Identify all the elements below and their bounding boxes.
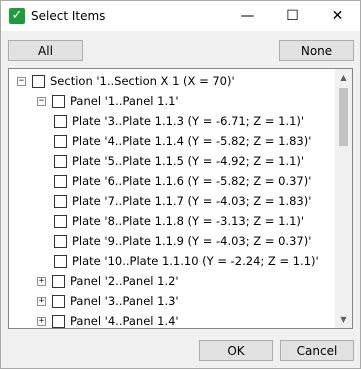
tree-row[interactable]: Plate '7..Plate 1.1.7 (Y = -4.03; Z = 1.… [54, 191, 311, 211]
maximize-button[interactable]: ☐ [270, 1, 315, 31]
select-items-dialog: ✓ Select Items — ☐ ✕ All None − Section '… [0, 0, 361, 369]
tree-row[interactable]: + Panel '3..Panel 1.3' [37, 291, 179, 311]
expand-icon[interactable]: + [37, 316, 46, 326]
tree-item-checkbox[interactable] [32, 74, 45, 88]
tree-row[interactable]: Plate '4..Plate 1.1.4 (Y = -5.82; Z = 1.… [54, 131, 311, 151]
items-tree[interactable]: − Section '1..Section X 1 (X = 70)' − Panel… [8, 68, 353, 329]
vertical-scrollbar[interactable]: ▲ ▼ [335, 69, 352, 328]
tree-item-label: Plate '10..Plate 1.1.10 (Y = -2.24; Z = … [72, 254, 319, 268]
tree-row[interactable]: Plate '9..Plate 1.1.9 (Y = -4.03; Z = 0.… [54, 231, 311, 251]
tree-item-checkbox[interactable] [54, 234, 67, 248]
tree-row[interactable]: + Panel '2..Panel 1.2' [37, 271, 179, 291]
tree-item-label: Plate '3..Plate 1.1.3 (Y = -6.71; Z = 1.… [72, 114, 305, 128]
tree-item-checkbox[interactable] [54, 254, 67, 268]
tree-row[interactable]: + Panel '4..Panel 1.4' [37, 311, 179, 328]
minimize-button[interactable]: — [225, 1, 270, 31]
tree-row[interactable]: Plate '3..Plate 1.1.3 (Y = -6.71; Z = 1.… [54, 111, 304, 131]
tree-item-checkbox[interactable] [54, 174, 67, 188]
tree-item-label: Plate '5..Plate 1.1.5 (Y = -4.92; Z = 1.… [72, 154, 305, 168]
tree-item-checkbox[interactable] [54, 114, 67, 128]
ok-button[interactable]: OK [199, 340, 273, 361]
select-all-button[interactable]: All [8, 40, 83, 61]
close-button[interactable]: ✕ [315, 1, 360, 31]
tree-item-label: Plate '9..Plate 1.1.9 (Y = -4.03; Z = 0.… [72, 234, 312, 248]
cancel-button[interactable]: Cancel [280, 340, 354, 361]
collapse-icon[interactable]: − [37, 96, 46, 106]
tree-item-checkbox[interactable] [52, 274, 65, 288]
window-title: Select Items [31, 9, 106, 23]
tree-row[interactable]: Plate '10..Plate 1.1.10 (Y = -2.24; Z = … [54, 251, 319, 271]
scroll-thumb[interactable] [339, 88, 348, 146]
tree-row[interactable]: Plate '8..Plate 1.1.8 (Y = -3.13; Z = 1.… [54, 211, 304, 231]
expand-icon[interactable]: + [37, 296, 46, 306]
select-none-button[interactable]: None [279, 40, 354, 61]
tree-item-label: Panel '3..Panel 1.3' [70, 294, 179, 308]
tree-item-checkbox[interactable] [52, 94, 65, 108]
title-bar: ✓ Select Items — ☐ ✕ [1, 1, 360, 31]
scroll-up-icon[interactable]: ▲ [335, 69, 352, 86]
tree-item-label: Panel '4..Panel 1.4' [70, 314, 179, 328]
collapse-icon[interactable]: − [17, 76, 26, 86]
tree-item-checkbox[interactable] [52, 294, 65, 308]
tree-item-label: Panel '2..Panel 1.2' [70, 274, 179, 288]
tree-item-checkbox[interactable] [54, 154, 67, 168]
tree-item-checkbox[interactable] [54, 214, 67, 228]
tree-item-checkbox[interactable] [54, 194, 67, 208]
checkmark-icon: ✓ [9, 8, 25, 24]
tree-row[interactable]: − Section '1..Section X 1 (X = 70)' [17, 71, 235, 91]
tree-item-label: Plate '7..Plate 1.1.7 (Y = -4.03; Z = 1.… [72, 194, 312, 208]
tree-row[interactable]: Plate '6..Plate 1.1.6 (Y = -5.82; Z = 0.… [54, 171, 311, 191]
tree-item-label: Plate '4..Plate 1.1.4 (Y = -5.82; Z = 1.… [72, 134, 312, 148]
tree-item-label: Panel '1..Panel 1.1' [70, 94, 179, 108]
tree-item-checkbox[interactable] [54, 134, 67, 148]
tree-item-label: Plate '8..Plate 1.1.8 (Y = -3.13; Z = 1.… [72, 214, 305, 228]
tree-item-label: Section '1..Section X 1 (X = 70)' [50, 74, 235, 88]
expand-icon[interactable]: + [37, 276, 46, 286]
tree-row[interactable]: Plate '5..Plate 1.1.5 (Y = -4.92; Z = 1.… [54, 151, 304, 171]
scroll-down-icon[interactable]: ▼ [335, 311, 352, 328]
tree-row[interactable]: − Panel '1..Panel 1.1' [37, 91, 179, 111]
tree-item-label: Plate '6..Plate 1.1.6 (Y = -5.82; Z = 0.… [72, 174, 312, 188]
tree-item-checkbox[interactable] [52, 314, 65, 328]
